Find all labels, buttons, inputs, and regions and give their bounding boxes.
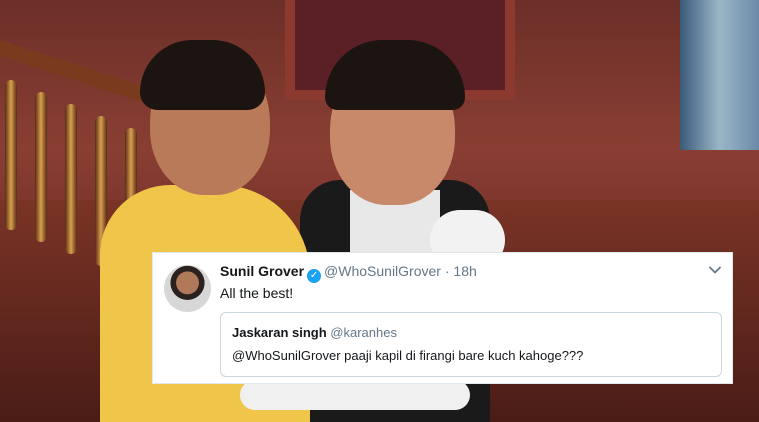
quoted-author-handle: @karanhes	[330, 325, 397, 340]
separator-dot: ·	[444, 263, 450, 279]
author-avatar[interactable]	[164, 265, 211, 312]
author-handle[interactable]: @WhoSunilGrover	[324, 263, 441, 279]
baluster	[5, 80, 17, 230]
tweet-text: All the best!	[220, 285, 294, 301]
baluster	[65, 104, 77, 254]
verified-badge-icon: ✓	[307, 269, 322, 283]
person-left-hair	[140, 40, 265, 110]
tweet-card[interactable]: Sunil Grover ✓ @WhoSunilGrover · 18h All t…	[152, 252, 733, 384]
tweet-timestamp[interactable]: 18h	[453, 263, 476, 279]
quoted-author-name: Jaskaran singh	[232, 325, 327, 340]
author-name[interactable]: Sunil Grover	[220, 263, 304, 279]
quoted-tweet-header: Jaskaran singh @karanhes	[232, 325, 397, 340]
stained-glass-window	[680, 0, 759, 150]
embracing-arm	[240, 380, 470, 410]
baluster	[35, 92, 47, 242]
quoted-tweet-text: @WhoSunilGrover paaji kapil di firangi b…	[232, 348, 584, 363]
tweet-header: Sunil Grover ✓ @WhoSunilGrover · 18h	[220, 263, 477, 283]
railing-handrail	[0, 40, 150, 105]
quoted-tweet[interactable]: Jaskaran singh @karanhes @WhoSunilGrover…	[220, 312, 722, 377]
stair-railing	[0, 40, 150, 278]
chevron-down-icon[interactable]	[708, 263, 722, 277]
